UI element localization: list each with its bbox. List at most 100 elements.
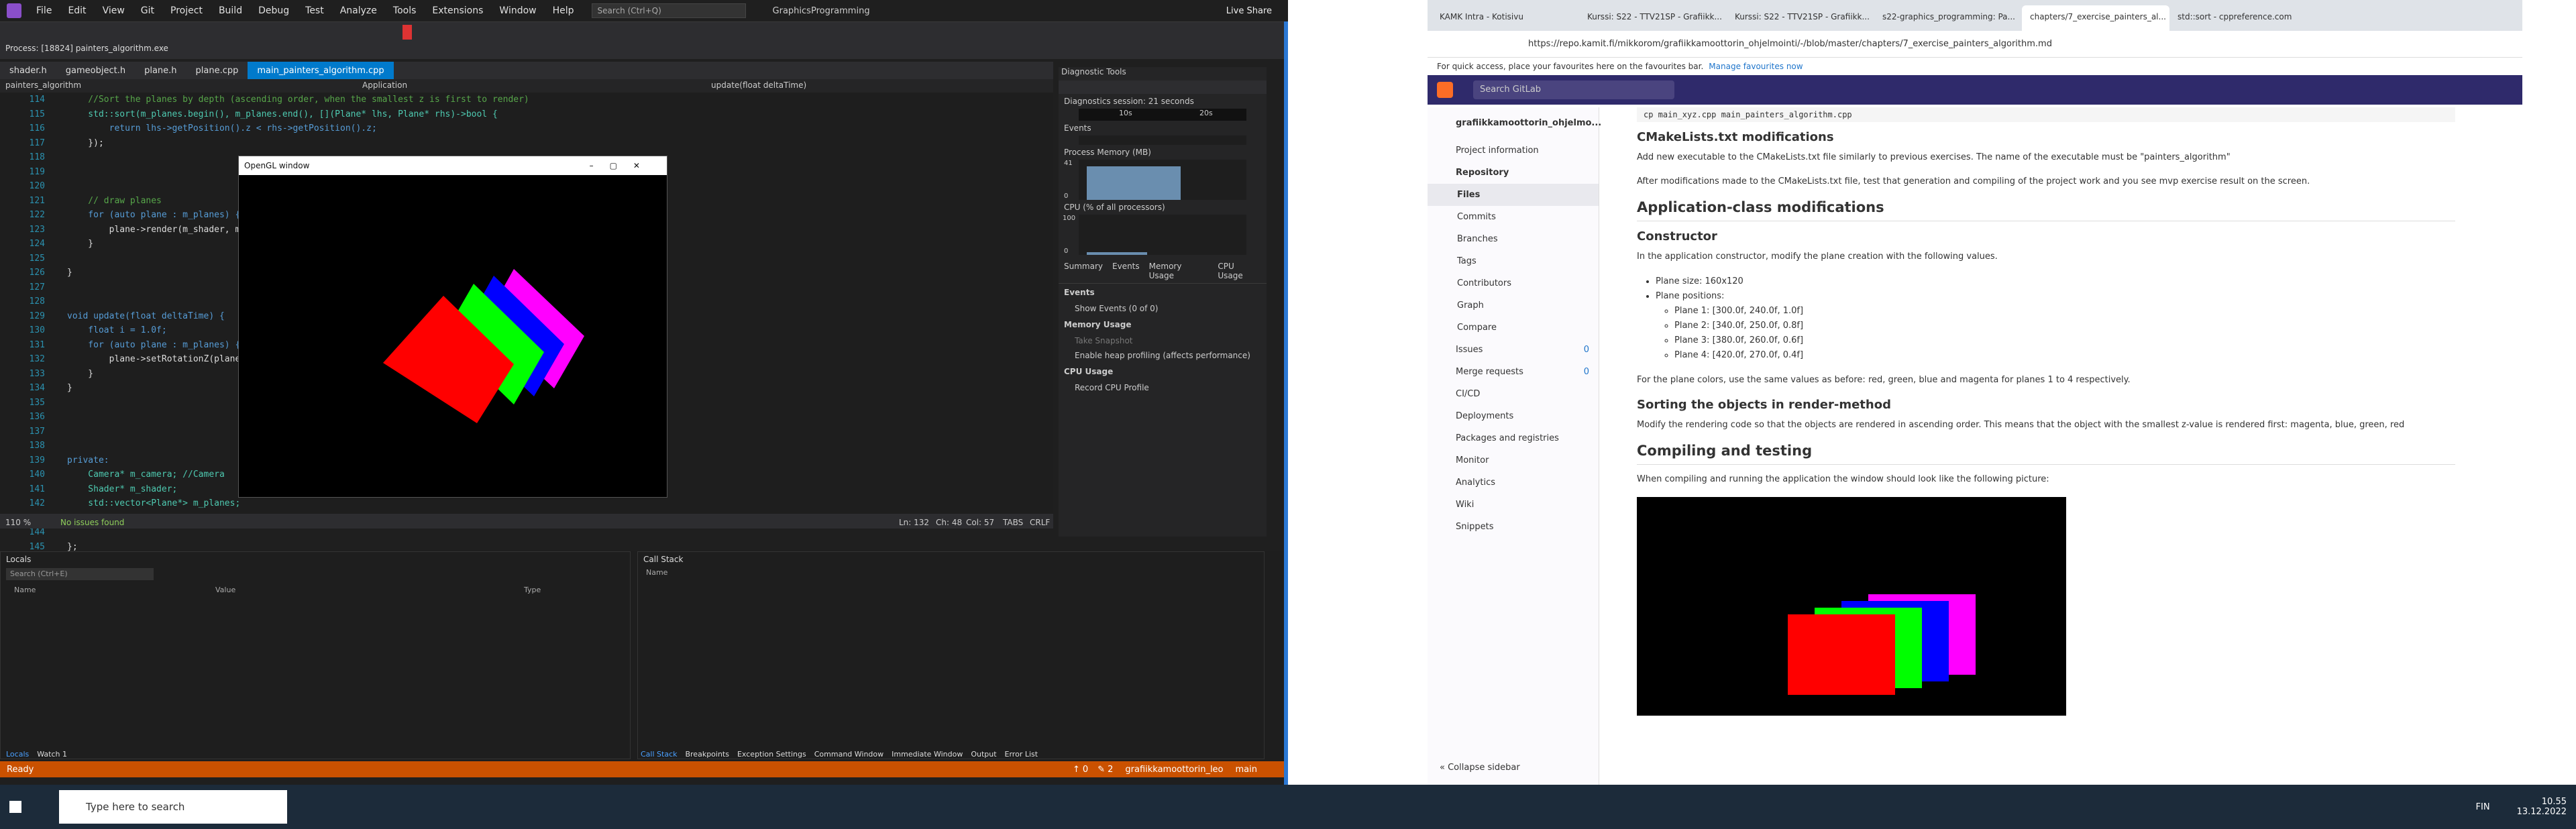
status-up-icon[interactable]: ↑ bbox=[1073, 765, 1080, 775]
tab-exceptions[interactable]: Exception Settings bbox=[737, 750, 806, 759]
nav-tags[interactable]: Tags bbox=[1428, 250, 1599, 272]
window-controls-icon[interactable]: –▢✕ bbox=[590, 161, 656, 170]
nav-monitor[interactable]: Monitor bbox=[1428, 449, 1599, 472]
menu-build[interactable]: Build bbox=[211, 5, 250, 16]
tab-command[interactable]: Command Window bbox=[814, 750, 883, 759]
zoom-level[interactable]: 110 % bbox=[5, 516, 31, 531]
opengl-titlebar[interactable]: OpenGL window –▢✕ bbox=[239, 156, 667, 175]
code-line[interactable]: }); bbox=[67, 136, 535, 151]
nav-wiki[interactable]: Wiki bbox=[1428, 494, 1599, 516]
menu-test[interactable]: Test bbox=[297, 5, 332, 16]
browser-tab-6[interactable]: std::sort - cppreference.com bbox=[2169, 5, 2317, 31]
live-share-button[interactable]: Live Share bbox=[1226, 6, 1272, 16]
nav-contributors[interactable]: Contributors bbox=[1428, 272, 1599, 294]
timeline-10s: 10s bbox=[1119, 109, 1132, 117]
diag-tab-events[interactable]: Events bbox=[1112, 262, 1140, 280]
tab-watch[interactable]: Watch 1 bbox=[37, 750, 67, 759]
project-name[interactable]: grafiikkamoottorin_ohjelmo... bbox=[1428, 107, 1601, 140]
menu-file[interactable]: File bbox=[28, 5, 60, 16]
diag-tab-memory[interactable]: Memory Usage bbox=[1149, 262, 1209, 280]
record-cpu-button[interactable]: Record CPU Profile bbox=[1059, 380, 1267, 395]
nav-issues[interactable]: Issues 0 bbox=[1428, 339, 1599, 361]
status-pencil-icon[interactable]: ✎ bbox=[1097, 765, 1105, 775]
nav-branches[interactable]: Branches bbox=[1428, 228, 1599, 250]
nav-cicd[interactable]: CI/CD bbox=[1428, 383, 1599, 405]
menu-debug[interactable]: Debug bbox=[250, 5, 297, 16]
nav-files[interactable]: Files bbox=[1428, 184, 1599, 206]
take-snapshot-button[interactable]: Take Snapshot bbox=[1059, 333, 1267, 348]
status-repo[interactable]: grafiikkamoottorin_leo bbox=[1125, 765, 1223, 775]
locals-search-input[interactable]: Search (Ctrl+E) bbox=[6, 568, 154, 580]
nav-snippets[interactable]: Snippets bbox=[1428, 516, 1599, 538]
gitlab-logo-icon[interactable] bbox=[1437, 82, 1453, 98]
stop-debug-icon[interactable] bbox=[402, 25, 417, 40]
tab-immediate[interactable]: Immediate Window bbox=[892, 750, 963, 759]
menu-git[interactable]: Git bbox=[133, 5, 162, 16]
menu-view[interactable]: View bbox=[95, 5, 133, 16]
menu-edit[interactable]: Edit bbox=[60, 5, 94, 16]
nav-merge-requests[interactable]: Merge requests 0 bbox=[1428, 361, 1599, 383]
issues-status[interactable]: No issues found bbox=[60, 516, 124, 531]
menu-extensions[interactable]: Extensions bbox=[424, 5, 491, 16]
tab-callstack[interactable]: Call Stack bbox=[641, 750, 677, 759]
diag-tab-summary[interactable]: Summary bbox=[1064, 262, 1103, 280]
menu-analyze[interactable]: Analyze bbox=[332, 5, 385, 16]
line-number: 131 bbox=[29, 339, 45, 350]
nav-graph[interactable]: Graph bbox=[1428, 294, 1599, 317]
tab-locals[interactable]: Locals bbox=[6, 750, 29, 759]
vs-search-input[interactable]: Search (Ctrl+Q) bbox=[591, 3, 746, 18]
tab-gameobject-h[interactable]: gameobject.h bbox=[56, 62, 135, 80]
language-indicator[interactable]: FIN bbox=[2476, 802, 2490, 812]
menu-window[interactable]: Window bbox=[491, 5, 544, 16]
nav-project[interactable]: painters_algorithm bbox=[5, 80, 81, 90]
nav-packages[interactable]: Packages and registries bbox=[1428, 427, 1599, 449]
taskbar-search-input[interactable]: Type here to search bbox=[59, 790, 287, 824]
nav-project-information[interactable]: Project information bbox=[1428, 140, 1599, 162]
menu-project[interactable]: Project bbox=[162, 5, 211, 16]
browser-tab-5[interactable]: chapters/7_exercise_painters_al... bbox=[2022, 5, 2169, 31]
collapse-icon: « bbox=[1440, 763, 1448, 773]
tab-output[interactable]: Output bbox=[971, 750, 996, 759]
menu-tools[interactable]: Tools bbox=[385, 5, 425, 16]
nav-scope[interactable]: Application bbox=[362, 80, 407, 90]
status-branch[interactable]: main bbox=[1236, 765, 1257, 775]
nav-commits[interactable]: Commits bbox=[1428, 206, 1599, 228]
para-sorting: Modify the rendering code so that the ob… bbox=[1637, 420, 2405, 430]
clock-date: 13.12.2022 bbox=[2516, 807, 2567, 817]
manage-favourites-link[interactable]: Manage favourites now bbox=[1709, 62, 1803, 71]
taskbar-clock[interactable]: 10.55 13.12.2022 bbox=[2517, 797, 2567, 817]
browser-tab-3[interactable]: Kurssi: S22 - TTV21SP - Grafiikk... bbox=[1727, 5, 1874, 31]
diag-tab-cpu[interactable]: CPU Usage bbox=[1218, 262, 1261, 280]
tab-plane-cpp[interactable]: plane.cpp bbox=[186, 62, 248, 80]
tab-breakpoints[interactable]: Breakpoints bbox=[685, 750, 729, 759]
code-line[interactable]: //Sort the planes by depth (ascending or… bbox=[67, 93, 535, 107]
collapse-sidebar-button[interactable]: « Collapse sidebar bbox=[1440, 763, 1520, 773]
nav-compare[interactable]: Compare bbox=[1428, 317, 1599, 339]
address-bar[interactable]: https://repo.kamit.fi/mikkorom/grafiikka… bbox=[1428, 31, 2522, 58]
browser-tab-4[interactable]: s22-graphics_programming: Pa... bbox=[1874, 5, 2022, 31]
callstack-title: Call Stack bbox=[643, 555, 684, 564]
diag-timeline[interactable]: 10s 20s bbox=[1079, 109, 1246, 121]
status-ready: Ready bbox=[7, 764, 34, 775]
browser-tab-1[interactable]: KAMK Intra - Kotisivu bbox=[1432, 5, 1579, 31]
url-text[interactable]: https://repo.kamit.fi/mikkorom/grafiikka… bbox=[1528, 39, 2052, 49]
nav-deployments[interactable]: Deployments bbox=[1428, 405, 1599, 427]
menu-help[interactable]: Help bbox=[545, 5, 582, 16]
nav-repository[interactable]: Repository bbox=[1428, 162, 1599, 184]
nav-member[interactable]: update(float deltaTime) bbox=[711, 80, 806, 90]
browser-tab-2[interactable]: Kurssi: S22 - TTV21SP - Grafiikk... bbox=[1579, 5, 1727, 31]
code-line[interactable]: std::sort(m_planes.begin(), m_planes.end… bbox=[67, 107, 535, 122]
code-line[interactable]: return lhs->getPosition().z < rhs->getPo… bbox=[67, 121, 535, 136]
heading-compiling: Compiling and testing bbox=[1637, 443, 2455, 465]
gitlab-search-input[interactable]: Search GitLab bbox=[1473, 80, 1674, 99]
show-events-link[interactable]: Show Events (0 of 0) bbox=[1059, 301, 1267, 316]
start-icon[interactable] bbox=[9, 801, 21, 813]
nav-analytics[interactable]: Analytics bbox=[1428, 472, 1599, 494]
opengl-window[interactable]: OpenGL window –▢✕ bbox=[238, 156, 667, 498]
tab-plane-h[interactable]: plane.h bbox=[135, 62, 186, 80]
tab-errors[interactable]: Error List bbox=[1005, 750, 1038, 759]
heap-profiling-checkbox[interactable]: Enable heap profiling (affects performan… bbox=[1059, 348, 1267, 363]
para-constructor: In the application constructor, modify t… bbox=[1637, 252, 1998, 262]
tab-main-painters[interactable]: main_painters_algorithm.cpp bbox=[248, 62, 394, 80]
tab-shader-h[interactable]: shader.h bbox=[0, 62, 56, 80]
